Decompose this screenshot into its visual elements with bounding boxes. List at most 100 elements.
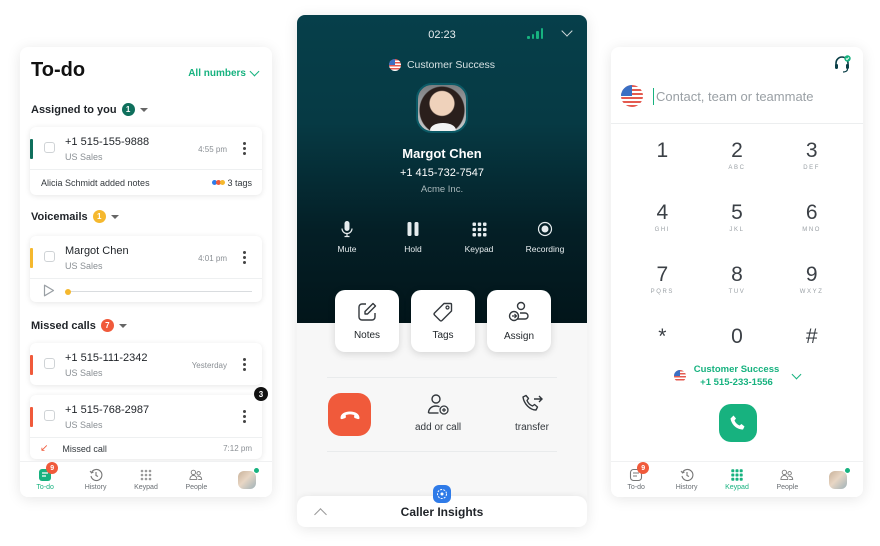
- section-voicemails-header[interactable]: Voicemails 1: [31, 210, 119, 223]
- line-name: US Sales: [65, 368, 103, 378]
- checkbox[interactable]: [44, 142, 55, 153]
- play-icon[interactable]: [43, 284, 55, 297]
- nav-item-profile[interactable]: [225, 466, 269, 489]
- action-label: Notes: [353, 330, 381, 341]
- key-digit: 3: [805, 139, 818, 162]
- keypad-button[interactable]: Keypad: [451, 221, 507, 254]
- headset-status-icon[interactable]: [833, 55, 851, 78]
- ctrl-label: Mute: [337, 244, 357, 254]
- nav-item-todo[interactable]: 9 To-do: [23, 462, 67, 491]
- nav-badge: 9: [46, 462, 59, 474]
- key-8[interactable]: 8 TUV: [700, 263, 775, 309]
- section-missed-header[interactable]: Missed calls 7: [31, 319, 127, 332]
- checkbox[interactable]: [44, 251, 55, 262]
- add-or-call-button[interactable]: add or call: [415, 392, 461, 433]
- key-letters: WXYZ: [799, 289, 824, 295]
- key-3[interactable]: 3 DEF: [774, 139, 849, 185]
- avatar: [828, 466, 851, 489]
- divider: [327, 377, 557, 378]
- phone-icon: [730, 415, 745, 430]
- key-letters: ABC: [728, 165, 746, 171]
- key-5[interactable]: 5 JKL: [700, 201, 775, 247]
- playback-slider[interactable]: [65, 288, 252, 295]
- chevron-up-icon[interactable]: [314, 508, 327, 521]
- pause-icon: [405, 221, 421, 237]
- nav-item-todo[interactable]: 9 To-do: [614, 462, 658, 491]
- tags-button[interactable]: Tags: [411, 290, 475, 352]
- key-2[interactable]: 2 ABC: [700, 139, 775, 185]
- timestamp: 4:55 pm: [198, 145, 227, 154]
- tags-indicator[interactable]: 3 tags: [212, 178, 252, 188]
- playback-knob[interactable]: [65, 288, 71, 295]
- outbound-line-selector[interactable]: Customer Success +1 515-233-1556: [611, 363, 863, 389]
- notes-button[interactable]: Notes: [335, 290, 399, 352]
- nav-label: People: [185, 484, 208, 491]
- list-item[interactable]: Margot Chen US Sales 4:01 pm: [30, 236, 262, 302]
- list-item[interactable]: 3 +1 515-768-2987 US Sales ↙ Missed call…: [30, 387, 268, 459]
- people-icon: [189, 468, 203, 482]
- people-icon: [780, 468, 794, 482]
- more-options-icon[interactable]: [243, 410, 246, 423]
- caller-insights-label: Caller Insights: [400, 504, 484, 519]
- mute-button[interactable]: Mute: [319, 221, 375, 254]
- nav-item-keypad[interactable]: Keypad: [715, 468, 759, 491]
- nav-item-history[interactable]: History: [665, 468, 709, 491]
- nav-badge: 9: [637, 462, 650, 474]
- line-name: US Sales: [65, 420, 103, 430]
- count-badge: 7: [100, 319, 114, 332]
- timestamp: 7:12 pm: [223, 444, 252, 453]
- tags-count: 3 tags: [227, 177, 252, 188]
- nav-item-people[interactable]: People: [174, 468, 218, 491]
- signal-strength-icon: [527, 28, 543, 39]
- key-6[interactable]: 6 MNO: [774, 201, 849, 247]
- call-button[interactable]: [719, 404, 757, 442]
- recording-button[interactable]: Recording: [517, 221, 573, 254]
- nav-label: History: [675, 484, 698, 491]
- transfer-button[interactable]: transfer: [515, 392, 549, 433]
- assign-button[interactable]: Assign: [487, 290, 551, 352]
- hold-button[interactable]: Hold: [385, 221, 441, 254]
- phone-number: +1 515-768-2987: [65, 404, 150, 416]
- accent-bar: [30, 407, 33, 427]
- caller-insights-icon[interactable]: [433, 485, 451, 503]
- online-status-dot: [843, 466, 851, 474]
- us-flag-icon[interactable]: [621, 85, 643, 107]
- count-badge: 1: [92, 210, 106, 223]
- more-options-icon[interactable]: [243, 251, 246, 264]
- list-item[interactable]: +1 515-155-9888 US Sales 4:55 pm Alicia …: [30, 127, 262, 195]
- chevron-down-icon: [249, 66, 260, 77]
- more-options-icon[interactable]: [243, 142, 246, 155]
- ctrl-label: Recording: [525, 244, 565, 254]
- more-options-icon[interactable]: [243, 358, 246, 371]
- ctrl-label: Keypad: [464, 244, 494, 254]
- checkbox[interactable]: [44, 410, 55, 421]
- history-icon: [680, 468, 694, 482]
- nav-label: Keypad: [134, 484, 158, 491]
- all-numbers-filter[interactable]: All numbers: [188, 66, 260, 79]
- nav-item-keypad[interactable]: Keypad: [124, 468, 168, 491]
- tag-dots-icon: [212, 180, 226, 185]
- nav-label: To-do: [627, 484, 645, 491]
- key-9[interactable]: 9 WXYZ: [774, 263, 849, 309]
- accent-bar: [30, 355, 33, 375]
- nav-item-people[interactable]: People: [765, 468, 809, 491]
- key-1[interactable]: 1: [625, 139, 700, 185]
- hang-up-button[interactable]: [328, 393, 371, 436]
- section-label: Voicemails: [31, 210, 88, 223]
- section-assigned-header[interactable]: Assigned to you 1: [31, 103, 148, 116]
- contact-search-input[interactable]: [653, 87, 853, 105]
- key-letters: GHI: [654, 227, 671, 233]
- key-letters: TUV: [728, 289, 746, 295]
- divider: [611, 123, 863, 124]
- list-item[interactable]: +1 515-111-2342 US Sales Yesterday: [30, 343, 262, 385]
- nav-item-profile[interactable]: [816, 466, 860, 489]
- key-7[interactable]: 7 PQRS: [625, 263, 700, 309]
- checkbox[interactable]: [44, 358, 55, 369]
- nav-item-history[interactable]: History: [74, 468, 118, 491]
- line-name: Customer Success: [406, 59, 496, 71]
- action-label: Tags: [432, 330, 454, 341]
- key-4[interactable]: 4 GHI: [625, 201, 700, 247]
- call-controls: Mute Hold Keypad Recording: [319, 221, 573, 254]
- key-digit: #: [805, 325, 818, 348]
- keypad-panel: 1 2 ABC 3 DEF 4 GHI 5 JKL 6 MNO 7 PQRS 8 TUV 9 W…: [611, 47, 863, 497]
